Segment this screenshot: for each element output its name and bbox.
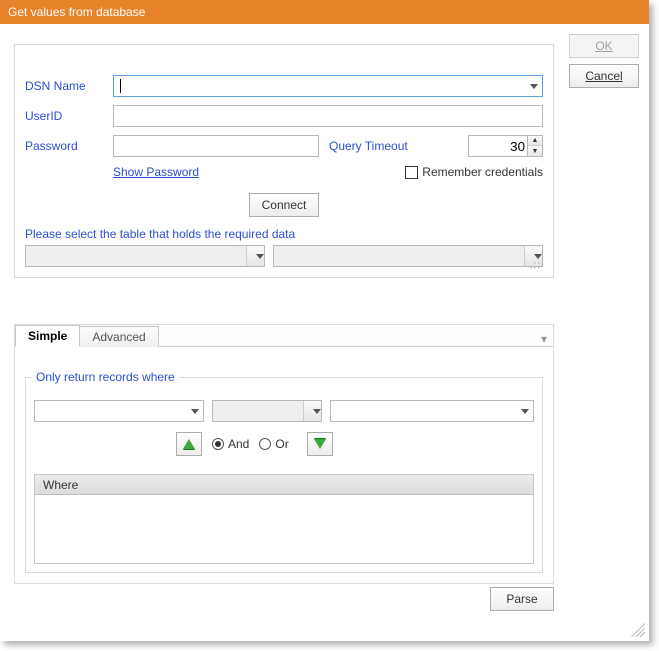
connect-button[interactable]: Connect: [249, 193, 319, 217]
dsn-name-combo[interactable]: [113, 75, 543, 97]
schema-combo[interactable]: [25, 245, 265, 267]
or-radio[interactable]: Or: [259, 437, 288, 451]
remember-credentials-label: Remember credentials: [422, 165, 543, 179]
dialog-action-column: OK Cancel: [569, 34, 639, 88]
query-timeout-label: Query Timeout: [329, 139, 408, 153]
userid-input[interactable]: [113, 105, 543, 127]
tab-strip: Simple Advanced ▾: [15, 325, 553, 347]
spinner-down-icon[interactable]: ▼: [528, 146, 542, 156]
dialog-body: OK Cancel DSN Name UserID Password: [0, 24, 649, 641]
show-password-link[interactable]: Show Password: [113, 165, 199, 179]
filter-operator-combo[interactable]: [212, 400, 322, 422]
radio-circle-icon: [259, 438, 271, 450]
cancel-button[interactable]: Cancel: [569, 64, 639, 88]
remember-credentials-checkbox[interactable]: Remember credentials: [405, 165, 543, 179]
password-input[interactable]: [113, 135, 319, 157]
query-panel: Simple Advanced ▾ Only return records wh…: [14, 324, 554, 584]
spinner-up-icon[interactable]: ▲: [528, 136, 542, 146]
tab-body-simple: Only return records where: [15, 347, 553, 583]
filter-field-combo[interactable]: [34, 400, 204, 422]
tab-advanced[interactable]: Advanced: [79, 326, 158, 347]
tab-overflow-icon[interactable]: ▾: [541, 332, 547, 346]
chevron-down-icon: [313, 409, 321, 414]
query-timeout-input[interactable]: [468, 135, 528, 157]
move-up-button[interactable]: [176, 432, 202, 456]
filter-group-title: Only return records where: [32, 370, 179, 384]
ok-button[interactable]: OK: [569, 34, 639, 58]
resize-grip-icon[interactable]: [631, 623, 645, 637]
and-radio[interactable]: And: [212, 437, 249, 451]
dsn-name-label: DSN Name: [25, 79, 113, 93]
table-combo[interactable]: [273, 245, 543, 267]
window-title: Get values from database: [8, 5, 145, 19]
where-grid-body: [35, 495, 533, 563]
panel-resize-grip-icon: .::: [530, 260, 541, 271]
where-grid[interactable]: Where: [34, 474, 534, 564]
chevron-down-icon: [530, 84, 538, 89]
userid-label: UserID: [25, 109, 113, 123]
spinner-buttons[interactable]: ▲ ▼: [528, 135, 543, 157]
parse-button[interactable]: Parse: [490, 587, 554, 611]
query-timeout-spinner[interactable]: ▲ ▼: [468, 135, 543, 157]
connection-panel: DSN Name UserID Password Query Timeout ▲: [14, 44, 554, 278]
chevron-down-icon: [534, 254, 542, 259]
filter-group: Only return records where: [25, 377, 543, 573]
where-grid-header: Where: [35, 475, 533, 495]
arrow-up-icon: [183, 439, 195, 449]
chevron-down-icon: [521, 409, 529, 414]
select-table-label: Please select the table that holds the r…: [25, 227, 543, 241]
arrow-down-icon: [314, 439, 326, 449]
tab-simple[interactable]: Simple: [15, 325, 80, 347]
move-down-button[interactable]: [307, 432, 333, 456]
radio-circle-icon: [212, 438, 224, 450]
chevron-down-icon: [256, 254, 264, 259]
text-cursor: [120, 79, 530, 93]
chevron-down-icon: [191, 409, 199, 414]
filter-value-combo[interactable]: [330, 400, 534, 422]
password-label: Password: [25, 139, 113, 153]
checkbox-box-icon: [405, 166, 418, 179]
title-bar: Get values from database: [0, 0, 649, 24]
parse-row: Parse: [14, 587, 554, 611]
dialog-window: Get values from database OK Cancel DSN N…: [0, 0, 649, 641]
